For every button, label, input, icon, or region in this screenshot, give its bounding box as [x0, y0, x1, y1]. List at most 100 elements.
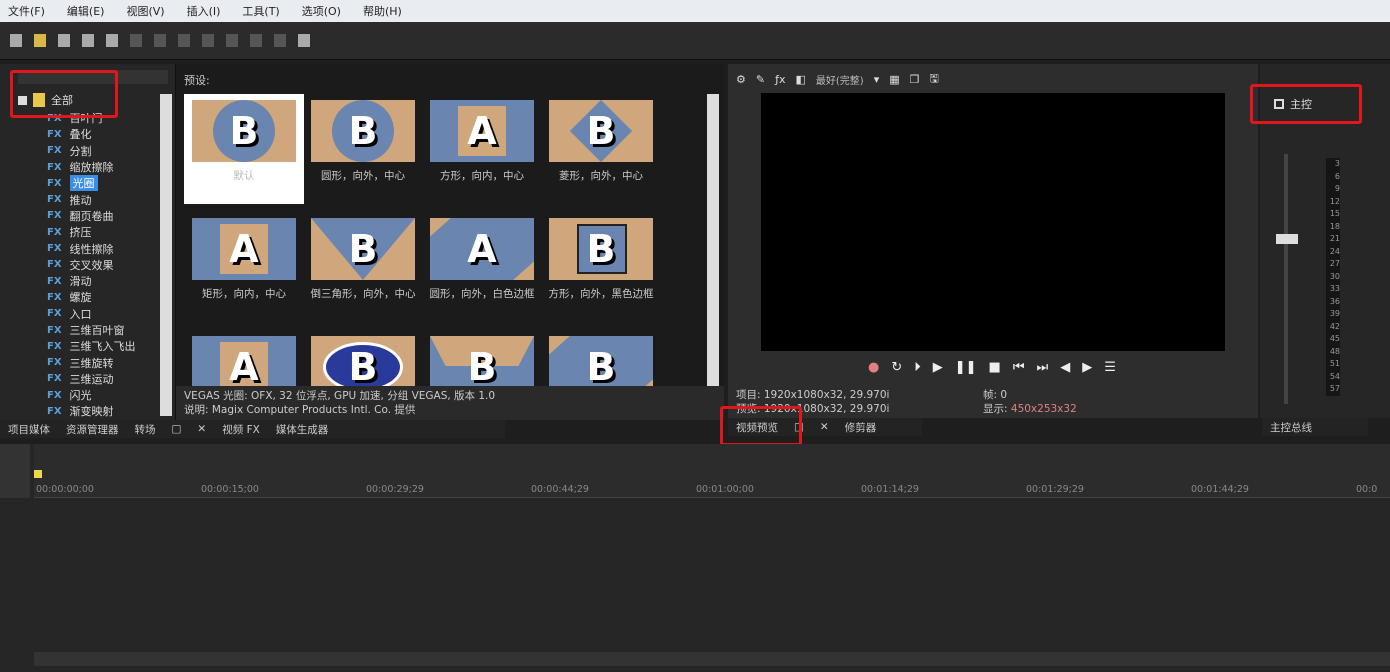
- preset-thumbnail[interactable]: B 倒三角形，向外，中心: [303, 212, 423, 322]
- tree-item[interactable]: FX 挤压: [0, 224, 160, 240]
- preset-thumbnail[interactable]: A 矩形，向内，中心: [184, 212, 304, 322]
- menu-item[interactable]: 视图(V): [126, 3, 164, 19]
- preset-thumbnail[interactable]: B 圆形，向外，中心: [303, 94, 423, 204]
- tab[interactable]: 媒体生成器: [276, 422, 329, 437]
- preset-letter: A: [467, 109, 497, 153]
- menu-item[interactable]: 插入(I): [187, 3, 221, 19]
- tree-item[interactable]: FX 三维百叶窗: [0, 322, 160, 338]
- tree-item[interactable]: FX 分割: [0, 143, 160, 159]
- tree-item[interactable]: FX 缩放擦除: [0, 159, 160, 175]
- play-from-start-icon[interactable]: ⏵: [914, 360, 921, 375]
- tree-item[interactable]: FX 入口: [0, 306, 160, 322]
- copy-icon[interactable]: [154, 34, 166, 47]
- next-frame-icon[interactable]: ▶: [1082, 360, 1092, 375]
- tree-item[interactable]: FX 翻页卷曲: [0, 208, 160, 224]
- tree-item[interactable]: FX 闪光: [0, 387, 160, 403]
- tab[interactable]: 项目媒体: [8, 422, 50, 437]
- menu-item[interactable]: 帮助(H): [363, 3, 402, 19]
- tree-item[interactable]: FX 交叉效果: [0, 257, 160, 273]
- redo-icon[interactable]: [250, 34, 262, 47]
- save-icon[interactable]: 🖫: [930, 70, 939, 89]
- prev-frame-icon[interactable]: ◀: [1060, 360, 1070, 375]
- preset-thumbnail[interactable]: A 圆形，向外，白色边框: [422, 212, 542, 322]
- go-start-icon[interactable]: ⏮: [1013, 360, 1025, 375]
- preset-thumbnail[interactable]: A 方形，向内，中心: [422, 94, 542, 204]
- tab[interactable]: 资源管理器: [66, 422, 119, 437]
- split-icon[interactable]: ◧: [795, 73, 805, 86]
- quality-dropdown[interactable]: 最好(完整): [816, 72, 864, 87]
- stop-icon[interactable]: ■: [989, 360, 1001, 375]
- menu-item[interactable]: 文件(F): [8, 3, 45, 19]
- volume-slider-handle[interactable]: [1276, 234, 1298, 244]
- cut-icon[interactable]: [130, 34, 142, 47]
- menu-item[interactable]: 选项(O): [302, 3, 341, 19]
- toolbar: [0, 22, 1390, 60]
- go-end-icon[interactable]: ⏭: [1037, 360, 1049, 375]
- pause-icon[interactable]: ❚❚: [955, 360, 977, 375]
- preset-thumbnail[interactable]: B: [541, 330, 661, 440]
- preset-preview-image: A: [430, 218, 534, 280]
- tab[interactable]: 转场: [135, 422, 156, 437]
- undo-icon[interactable]: [202, 34, 214, 47]
- presets-panel: 预设: B 默认 B 圆形，向外，中心 A 方形，向内，中心 B 菱形，向外，中心 A 矩形，向内…: [176, 64, 724, 398]
- dropdown-icon[interactable]: [274, 34, 286, 47]
- tab[interactable]: 修剪器: [845, 420, 877, 435]
- new-file-icon[interactable]: [10, 34, 22, 47]
- preset-caption: 方形，向内，中心: [440, 170, 524, 182]
- info-line2: 说明: Magix Computer Products Intl. Co. 提供: [184, 404, 416, 416]
- tab[interactable]: 视频 FX: [222, 422, 260, 437]
- menu-item[interactable]: 工具(T): [242, 3, 279, 19]
- tree-item[interactable]: FX 三维运动: [0, 371, 160, 387]
- tree-scrollbar[interactable]: [160, 94, 172, 416]
- fx-icon: FX: [47, 373, 62, 385]
- grid-icon[interactable]: ▦: [889, 73, 899, 86]
- settings-icon[interactable]: [106, 34, 118, 47]
- timeline-scrollbar[interactable]: [34, 652, 1390, 666]
- close-icon[interactable]: ✕: [820, 421, 829, 433]
- tool-icon[interactable]: [298, 34, 310, 47]
- tree-item[interactable]: FX 推动: [0, 191, 160, 207]
- edit-icon[interactable]: ✎: [756, 73, 765, 86]
- tree-item[interactable]: FX 滑动: [0, 273, 160, 289]
- preset-thumbnail[interactable]: B 菱形，向外，中心: [541, 94, 661, 204]
- presets-scrollbar[interactable]: [707, 94, 719, 386]
- tree-item[interactable]: FX 线性擦除: [0, 240, 160, 256]
- loop-icon[interactable]: ↻: [891, 360, 902, 375]
- settings-icon[interactable]: ⚙: [736, 73, 746, 86]
- preset-thumbnail[interactable]: B 方形，向外，黑色边框: [541, 212, 661, 322]
- chevron-down-icon[interactable]: ▾: [874, 73, 880, 86]
- open-folder-icon[interactable]: [34, 34, 46, 47]
- paste-icon[interactable]: [178, 34, 190, 47]
- preset-letter: B: [348, 227, 378, 271]
- fx-icon[interactable]: ƒx: [775, 73, 785, 86]
- preset-thumbnail[interactable]: B 默认: [184, 94, 304, 204]
- close-icon[interactable]: ✕: [197, 423, 206, 435]
- tree-item[interactable]: FX 螺旋: [0, 289, 160, 305]
- presets-label: 预设:: [184, 74, 210, 87]
- play-icon[interactable]: ▶: [933, 360, 943, 375]
- preset-letter: B: [348, 345, 378, 389]
- preset-preview-image: B: [549, 100, 653, 162]
- tree-item-label: 闪光: [69, 389, 92, 403]
- save-icon[interactable]: [58, 34, 70, 47]
- maximize-icon[interactable]: □: [172, 423, 182, 435]
- menu-icon[interactable]: ☰: [1104, 360, 1116, 375]
- fx-icon: FX: [47, 177, 62, 189]
- menu-item[interactable]: 编辑(E): [67, 3, 105, 19]
- timecode-label: 00:01:14;29: [861, 484, 919, 495]
- fx-icon: FX: [47, 389, 62, 401]
- timeline-ruler[interactable]: 00:00:00;00 00:00:15;00 00:00:29;29 00:00:4…: [34, 444, 1390, 498]
- dropdown-icon[interactable]: [226, 34, 238, 47]
- frame-value: 0: [1000, 389, 1008, 401]
- tree-item[interactable]: FX 渐变映射: [0, 403, 160, 419]
- tree-item[interactable]: FX 叠化: [0, 126, 160, 142]
- properties-icon[interactable]: [82, 34, 94, 47]
- tree-item[interactable]: FX 三维旋转: [0, 354, 160, 370]
- copy-icon[interactable]: ❐: [910, 73, 920, 86]
- tab-master-bus[interactable]: 主控总线: [1270, 420, 1312, 435]
- volume-slider-track[interactable]: [1284, 154, 1288, 404]
- marker-icon[interactable]: [34, 470, 42, 478]
- tree-item[interactable]: FX 三维飞入飞出: [0, 338, 160, 354]
- record-icon[interactable]: ●: [868, 360, 879, 375]
- tree-item[interactable]: FX 光圈: [0, 175, 160, 192]
